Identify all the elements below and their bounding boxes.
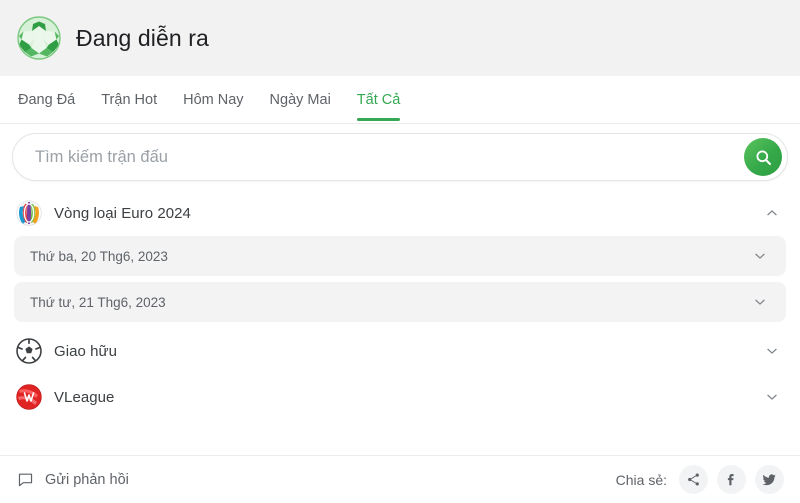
share-label: Chia sẻ: [615, 471, 667, 488]
facebook-icon [724, 472, 739, 487]
app-root: Đang diễn ra Đang Đá Trận Hot Hôm Nay Ng… [0, 0, 800, 503]
date-row[interactable]: Thứ ba, 20 Thg6, 2023 [14, 236, 786, 276]
date-list-euro: Thứ ba, 20 Thg6, 2023 Thứ tư, 21 Thg6, 2… [0, 236, 800, 322]
facebook-share-button[interactable] [717, 465, 746, 494]
chevron-down-icon[interactable] [762, 341, 782, 361]
tab-label: Tất Cả [356, 91, 401, 108]
tab-label: Đang Đá [18, 91, 76, 108]
send-feedback-button[interactable]: Gửi phản hồi [16, 471, 129, 489]
league-name: Giao hữu [54, 342, 117, 360]
search-box [12, 133, 788, 181]
league-list: Vòng loại Euro 2024 Thứ ba, 20 Thg6, 202… [0, 190, 800, 455]
tab-ngay-mai[interactable]: Ngày Mai [257, 76, 344, 123]
league-name: VLeague [54, 388, 115, 406]
twitter-icon [762, 472, 777, 487]
page-footer: Gửi phản hồi Chia sẻ: [0, 455, 800, 503]
tab-dang-da[interactable]: Đang Đá [16, 76, 88, 123]
comment-icon [16, 471, 34, 489]
date-row[interactable]: Thứ tư, 21 Thg6, 2023 [14, 282, 786, 322]
chevron-down-icon[interactable] [762, 387, 782, 407]
league-row-euro[interactable]: Vòng loại Euro 2024 [0, 190, 800, 236]
chevron-up-icon[interactable] [762, 203, 782, 223]
date-label: Thứ tư, 21 Thg6, 2023 [30, 294, 166, 310]
share-button[interactable] [679, 465, 708, 494]
soccer-ball-icon [16, 15, 62, 61]
league-row-vleague[interactable]: VLeague [0, 374, 800, 420]
twitter-share-button[interactable] [755, 465, 784, 494]
share-icon [686, 472, 701, 487]
search-input[interactable] [13, 134, 787, 180]
chevron-down-icon[interactable] [750, 246, 770, 266]
tab-label: Ngày Mai [269, 91, 331, 108]
chevron-down-icon[interactable] [750, 292, 770, 312]
tab-tran-hot[interactable]: Trận Hot [88, 76, 170, 123]
tab-label: Trận Hot [101, 91, 158, 108]
vleague-logo [16, 384, 42, 410]
date-label: Thứ ba, 20 Thg6, 2023 [30, 248, 168, 264]
league-row-giao-huu[interactable]: Giao hữu [0, 328, 800, 374]
search-section [0, 124, 800, 190]
send-feedback-label: Gửi phản hồi [45, 471, 129, 488]
tab-hom-nay[interactable]: Hôm Nay [170, 76, 256, 123]
page-header: Đang diễn ra [0, 0, 800, 76]
tab-label: Hôm Nay [183, 91, 244, 108]
friendly-match-logo [16, 338, 42, 364]
tab-bar: Đang Đá Trận Hot Hôm Nay Ngày Mai Tất Cả [0, 76, 800, 124]
page-title: Đang diễn ra [76, 24, 209, 51]
search-button[interactable] [744, 138, 782, 176]
search-icon [754, 148, 773, 167]
league-name: Vòng loại Euro 2024 [54, 204, 191, 222]
euro-2024-logo [16, 200, 42, 226]
tab-tat-ca[interactable]: Tất Cả [344, 76, 414, 123]
share-section: Chia sẻ: [616, 465, 784, 494]
